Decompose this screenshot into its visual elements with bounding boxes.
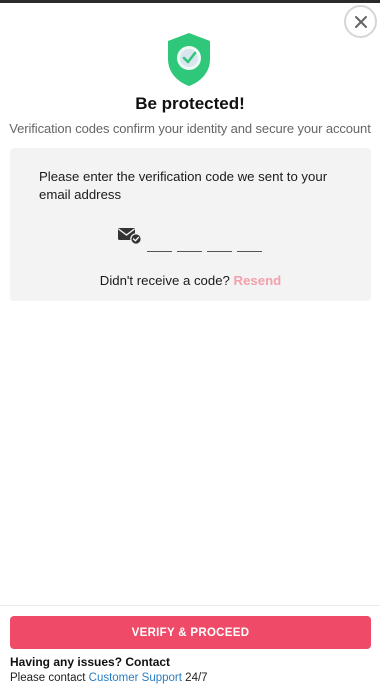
- email-verified-icon: [118, 228, 142, 245]
- contact-prefix: Please contact: [10, 672, 86, 684]
- instruction-text: Please enter the verification code we se…: [39, 169, 328, 202]
- top-status-strip: [0, 0, 380, 3]
- shield-check-icon: [168, 33, 210, 86]
- resend-prompt: Didn't receive a code?: [99, 273, 230, 288]
- footer-divider: [0, 605, 380, 606]
- resend-row: Didn't receive a code? Resend: [10, 273, 371, 288]
- close-icon: [354, 15, 367, 28]
- code-digit-2[interactable]: [177, 240, 202, 252]
- code-digit-4[interactable]: [237, 240, 262, 252]
- close-button[interactable]: [344, 5, 377, 38]
- code-input-group: [147, 240, 262, 252]
- resend-link[interactable]: Resend: [234, 273, 282, 288]
- contact-line: Please contact Customer Support 24/7: [10, 672, 208, 684]
- page-subtitle: Verification codes confirm your identity…: [9, 121, 371, 136]
- page-title: Be protected!: [135, 94, 245, 113]
- verify-proceed-button[interactable]: VERIFY & PROCEED: [10, 616, 371, 649]
- issues-heading: Having any issues? Contact: [10, 655, 171, 669]
- code-digit-3[interactable]: [207, 240, 232, 252]
- contact-suffix: 24/7: [185, 672, 208, 684]
- customer-support-link[interactable]: Customer Support: [89, 672, 182, 684]
- verification-panel: Please enter the verification code we se…: [10, 148, 371, 301]
- code-digit-1[interactable]: [147, 240, 172, 252]
